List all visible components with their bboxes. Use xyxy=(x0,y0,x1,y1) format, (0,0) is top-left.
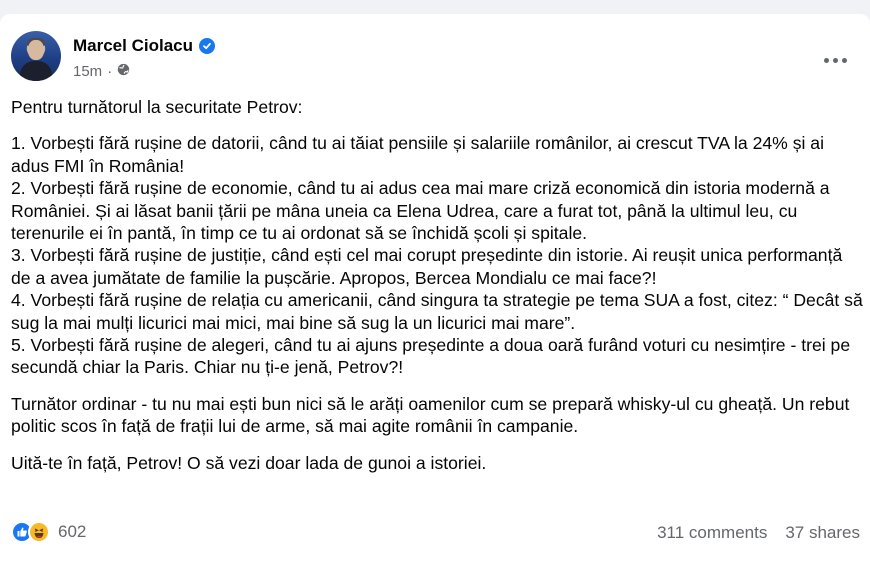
avatar-face xyxy=(28,40,44,60)
post-paragraph-closing: Turnător ordinar - tu nu mai ești bun ni… xyxy=(11,393,850,437)
post-paragraph-4: 4. Vorbești fără rușine de relația cu am… xyxy=(11,290,863,333)
author-name[interactable]: Marcel Ciolacu xyxy=(73,36,193,56)
reactions-summary[interactable]: 602 xyxy=(11,521,86,543)
separator-dot: · xyxy=(107,63,113,80)
avatar-suit xyxy=(20,61,52,81)
more-dot xyxy=(833,58,838,63)
comments-count[interactable]: 311 comments xyxy=(657,523,767,543)
haha-icon xyxy=(28,521,50,543)
author-header: Marcel Ciolacu xyxy=(73,36,215,56)
post-paragraph-1: 1. Vorbești fără rușine de datorii, când… xyxy=(11,133,824,176)
post-meta: 15m · xyxy=(73,63,130,80)
post-body: Pentru turnătorul la securitate Petrov: … xyxy=(11,96,863,474)
engagement-stats: 311 comments 37 shares xyxy=(657,523,860,543)
globe-icon[interactable] xyxy=(117,63,130,80)
post-paragraph-intro: Pentru turnătorul la securitate Petrov: xyxy=(11,97,303,117)
post-paragraph-2: 2. Vorbești fără rușine de economie, cân… xyxy=(11,178,830,244)
post-timestamp[interactable]: 15m xyxy=(73,63,102,80)
shares-count[interactable]: 37 shares xyxy=(785,523,860,543)
post-paragraph-5: 5. Vorbești fără rușine de alegeri, când… xyxy=(11,335,851,378)
post-card: Marcel Ciolacu 15m · Pentru turnătorul l… xyxy=(0,14,870,561)
verified-badge-icon xyxy=(199,38,215,54)
reaction-count[interactable]: 602 xyxy=(58,522,86,542)
more-options-icon[interactable] xyxy=(824,58,847,63)
avatar[interactable] xyxy=(11,31,61,81)
more-dot xyxy=(824,58,829,63)
more-dot xyxy=(842,58,847,63)
post-paragraph-final: Uită-te în față, Petrov! O să vezi doar … xyxy=(11,452,487,473)
post-paragraph-3: 3. Vorbești fără rușine de justiție, cân… xyxy=(11,245,843,288)
